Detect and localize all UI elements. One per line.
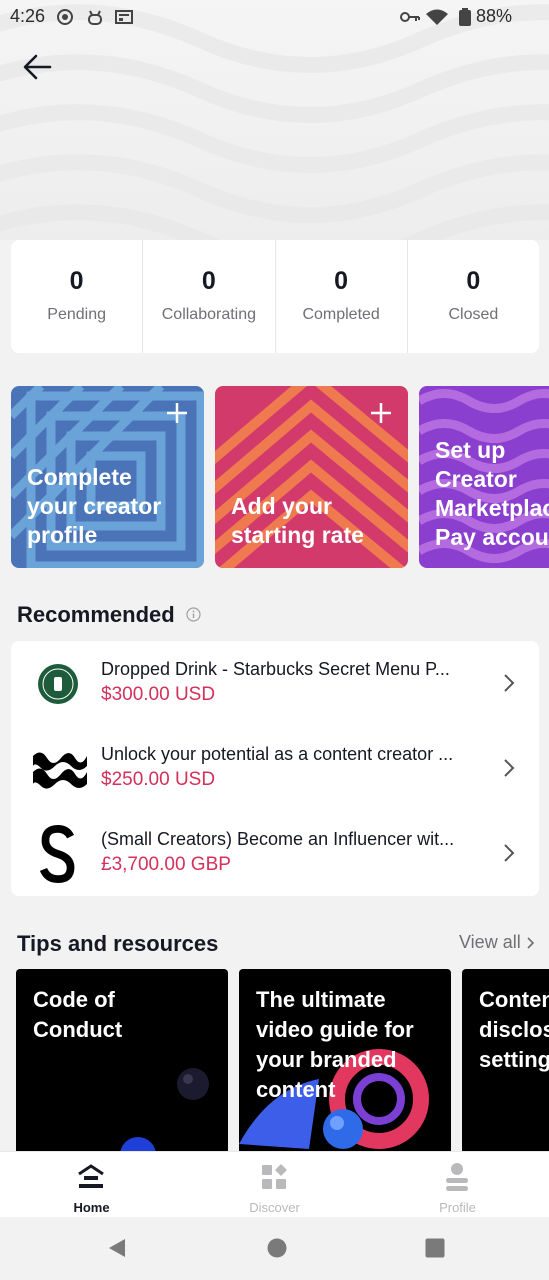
campaign-title: Unlock your potential as a content creat… (101, 744, 454, 764)
info-icon[interactable] (186, 607, 201, 622)
chevron-right-icon (504, 844, 515, 862)
action-card-title: Set up Creator Marketplace Pay account (435, 437, 549, 550)
list-item[interactable]: (Small Creators) Become an Influencer wi… (11, 811, 539, 896)
robot-icon (88, 10, 102, 25)
recommended-title: Recommended (17, 602, 175, 627)
recommended-list: Dropped Drink - Starbucks Secret Menu P.… (11, 641, 539, 896)
chevron-right-icon (504, 759, 515, 777)
stat-label: Collaborating (161, 306, 257, 323)
home-circle-icon[interactable] (266, 1237, 288, 1259)
wave-logo (33, 752, 87, 789)
plus-icon (371, 403, 391, 423)
header-pattern (0, 4, 549, 240)
stat-label: Pending (47, 306, 106, 323)
back-triangle-icon[interactable] (106, 1237, 128, 1259)
stat-value: 0 (69, 267, 84, 295)
tip-card-title: Content disclosure setting (479, 987, 549, 1072)
s-logo (39, 825, 75, 883)
stat-label: Completed (302, 306, 380, 323)
view-all-link[interactable]: View all (459, 932, 521, 953)
action-card-title: Complete your creator profile (27, 464, 162, 548)
stat-label: Closed (448, 306, 499, 323)
stat-value: 0 (334, 267, 349, 295)
tip-card-title: The ultimate video guide for your brande… (256, 987, 414, 1102)
system-nav-bar (0, 1217, 549, 1280)
battery-percent: 88% (476, 6, 513, 26)
profile-icon (446, 1163, 468, 1191)
bottom-nav: Home Discover Profile (0, 1151, 549, 1217)
action-card-title: Add your starting rate (231, 493, 364, 548)
campaign-price: £3,700.00 GBP (101, 854, 231, 875)
chevron-right-icon (527, 937, 535, 949)
back-button[interactable] (18, 48, 58, 88)
key-icon (400, 12, 420, 22)
header-background (0, 0, 549, 240)
nav-label: Profile (439, 1200, 476, 1215)
tip-card-content-disclosure[interactable]: Content disclosure setting (462, 969, 549, 1151)
news-icon (115, 10, 133, 24)
stat-closed[interactable]: 0 Closed (408, 240, 539, 353)
campaign-price: $250.00 USD (101, 769, 216, 790)
discover-icon (262, 1164, 287, 1189)
recents-square-icon[interactable] (424, 1237, 446, 1259)
nav-label: Discover (249, 1200, 300, 1215)
plus-icon (167, 403, 187, 423)
list-item[interactable]: Unlock your potential as a content creat… (11, 726, 539, 811)
stat-value: 0 (201, 267, 216, 295)
tip-card-title: Code of Conduct (33, 987, 123, 1042)
setup-pay-card[interactable]: Set up Creator Marketplace Pay account (419, 386, 549, 568)
nav-home[interactable]: Home (0, 1152, 183, 1218)
tips-title: Tips and resources (17, 931, 219, 956)
wifi-icon (426, 9, 448, 25)
home-icon (78, 1164, 104, 1188)
list-item[interactable]: Dropped Drink - Starbucks Secret Menu P.… (11, 641, 539, 726)
battery-icon (459, 8, 471, 26)
tip-card-video-guide[interactable]: The ultimate video guide for your brande… (239, 969, 451, 1151)
stat-completed[interactable]: 0 Completed (276, 240, 408, 353)
nav-profile[interactable]: Profile (366, 1152, 549, 1218)
tips-row: Code of Conduct The ultimate video guide… (16, 969, 549, 1151)
campaign-price: $300.00 USD (101, 684, 216, 705)
radio-icon (57, 9, 73, 25)
campaign-title: Dropped Drink - Starbucks Secret Menu P.… (101, 659, 450, 679)
stat-collaborating[interactable]: 0 Collaborating (143, 240, 276, 353)
action-cards-row: Complete your creator profile Add your s… (11, 386, 549, 569)
stats-card: 0 Pending 0 Collaborating 0 Completed 0 … (11, 240, 539, 353)
complete-profile-card[interactable]: Complete your creator profile (11, 386, 204, 568)
campaign-title: (Small Creators) Become an Influencer wi… (101, 829, 455, 849)
nav-label: Home (73, 1200, 110, 1215)
tip-card-code-of-conduct[interactable]: Code of Conduct (16, 969, 228, 1151)
starbucks-logo (38, 664, 78, 704)
add-rate-card[interactable]: Add your starting rate (215, 386, 408, 568)
status-time: 4:26 (10, 6, 46, 26)
chevron-right-icon (504, 674, 515, 692)
status-bar: 4:26 88% (0, 0, 549, 34)
stat-pending[interactable]: 0 Pending (11, 240, 144, 353)
arrow-left-icon (23, 54, 52, 80)
stat-value: 0 (466, 267, 481, 295)
nav-discover[interactable]: Discover (183, 1152, 366, 1218)
